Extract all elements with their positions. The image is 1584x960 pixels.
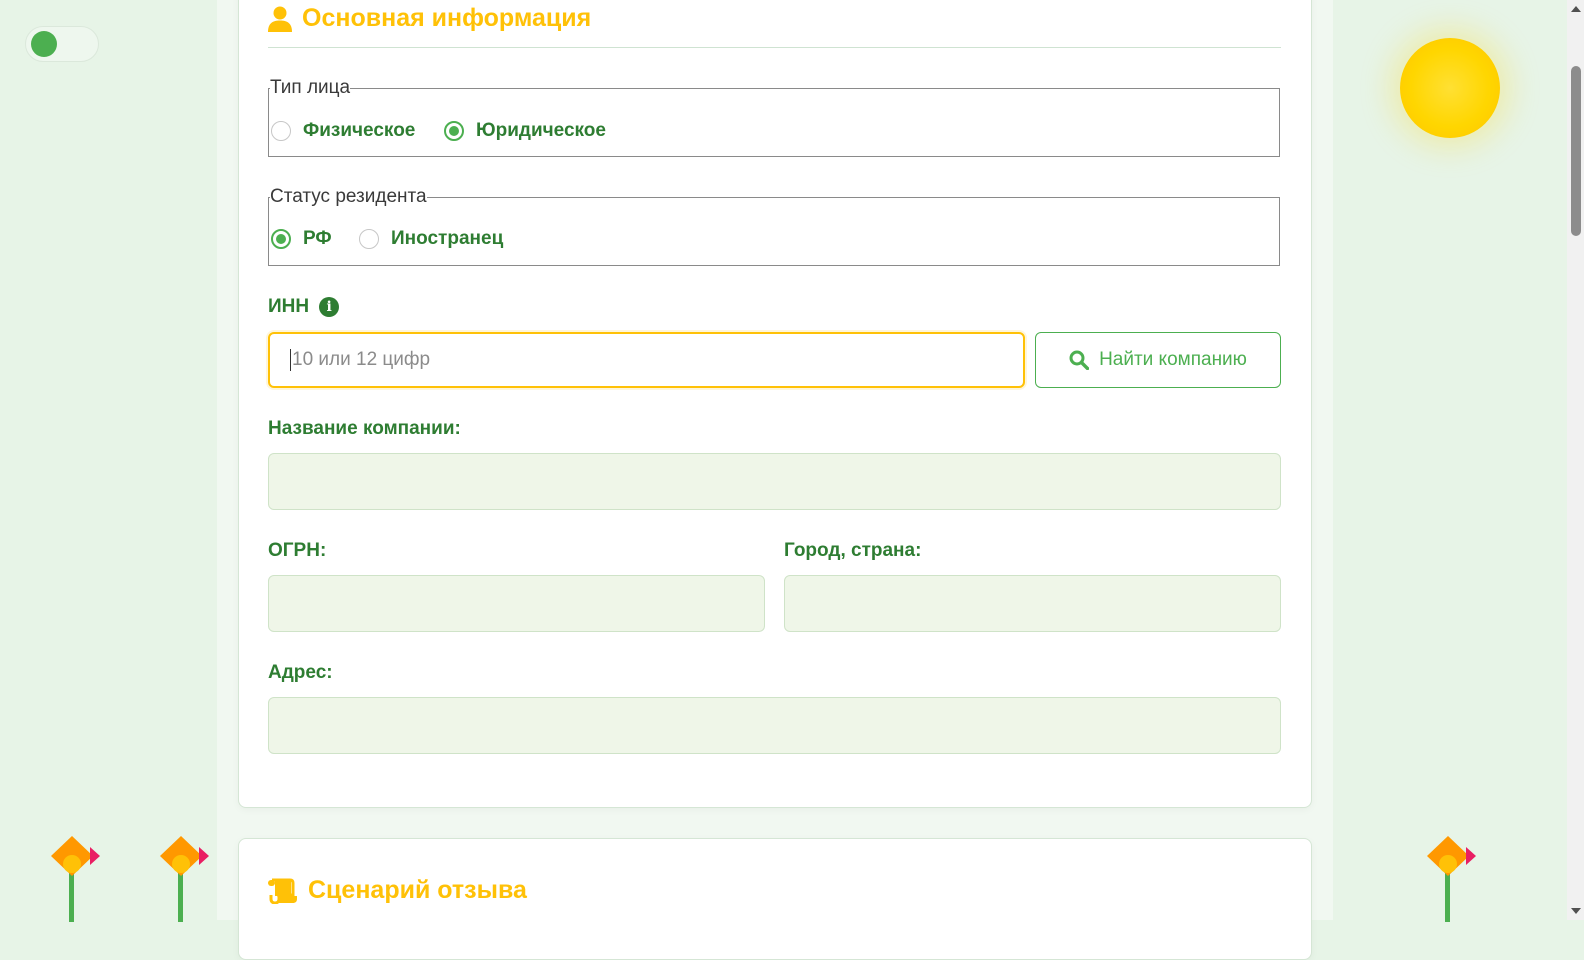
flower-decoration bbox=[1427, 836, 1476, 922]
address-field[interactable] bbox=[268, 697, 1281, 754]
text-caret bbox=[290, 349, 291, 371]
scroll-down-arrow-icon[interactable] bbox=[1571, 908, 1581, 914]
city-country-label: Город, страна: bbox=[784, 540, 922, 561]
search-icon bbox=[1069, 350, 1090, 370]
company-name-label: Название компании: bbox=[268, 418, 461, 439]
radio-option-foreigner[interactable]: Иностранец bbox=[359, 228, 503, 250]
radio-legal[interactable] bbox=[444, 121, 464, 141]
inn-label: ИНН bbox=[268, 296, 310, 317]
radio-option-rf[interactable]: РФ bbox=[271, 228, 332, 250]
main-section-title: Основная информация bbox=[268, 4, 591, 33]
resident-status-fieldset: Статус резидента bbox=[268, 186, 1280, 266]
sun-decoration bbox=[1400, 38, 1500, 138]
section-divider bbox=[268, 47, 1281, 48]
theme-toggle[interactable] bbox=[25, 26, 99, 62]
user-icon bbox=[268, 6, 292, 32]
scroll-thumb[interactable] bbox=[1571, 66, 1581, 236]
radio-individual[interactable] bbox=[271, 121, 291, 141]
ogrn-field[interactable] bbox=[268, 575, 765, 632]
scroll-icon bbox=[268, 878, 297, 904]
inn-label-row: ИНН i bbox=[268, 296, 340, 318]
radio-option-legal[interactable]: Юридическое bbox=[444, 120, 606, 142]
address-label: Адрес: bbox=[268, 662, 333, 683]
ogrn-label: ОГРН: bbox=[268, 540, 327, 561]
radio-foreigner[interactable] bbox=[359, 229, 379, 249]
person-type-legend: Тип лица bbox=[270, 77, 351, 98]
find-company-label: Найти компанию bbox=[1099, 349, 1247, 370]
scenario-section-title: Сценарий отзыва bbox=[268, 876, 527, 905]
scroll-up-arrow-icon[interactable] bbox=[1571, 6, 1581, 12]
radio-rf-label: РФ bbox=[303, 228, 332, 249]
radio-foreigner-label: Иностранец bbox=[391, 228, 504, 249]
radio-rf[interactable] bbox=[271, 229, 291, 249]
page-scrollbar[interactable] bbox=[1567, 0, 1584, 920]
resident-status-legend: Статус резидента bbox=[270, 186, 427, 207]
info-icon[interactable]: i bbox=[319, 296, 340, 317]
inn-placeholder: 10 или 12 цифр bbox=[292, 349, 431, 370]
radio-legal-label: Юридическое bbox=[476, 120, 606, 141]
flower-decoration bbox=[51, 836, 100, 922]
scenario-section-title-text: Сценарий отзыва bbox=[308, 876, 527, 904]
city-country-field[interactable] bbox=[784, 575, 1281, 632]
find-company-button[interactable]: Найти компанию bbox=[1035, 332, 1281, 388]
company-name-field[interactable] bbox=[268, 453, 1281, 510]
radio-option-individual[interactable]: Физическое bbox=[271, 120, 415, 142]
person-type-fieldset: Тип лица bbox=[268, 77, 1280, 157]
toggle-knob bbox=[31, 31, 57, 57]
inn-input[interactable]: 10 или 12 цифр bbox=[268, 332, 1025, 388]
main-section-title-text: Основная информация bbox=[302, 4, 592, 32]
flower-decoration bbox=[160, 836, 209, 922]
radio-individual-label: Физическое bbox=[303, 120, 416, 141]
